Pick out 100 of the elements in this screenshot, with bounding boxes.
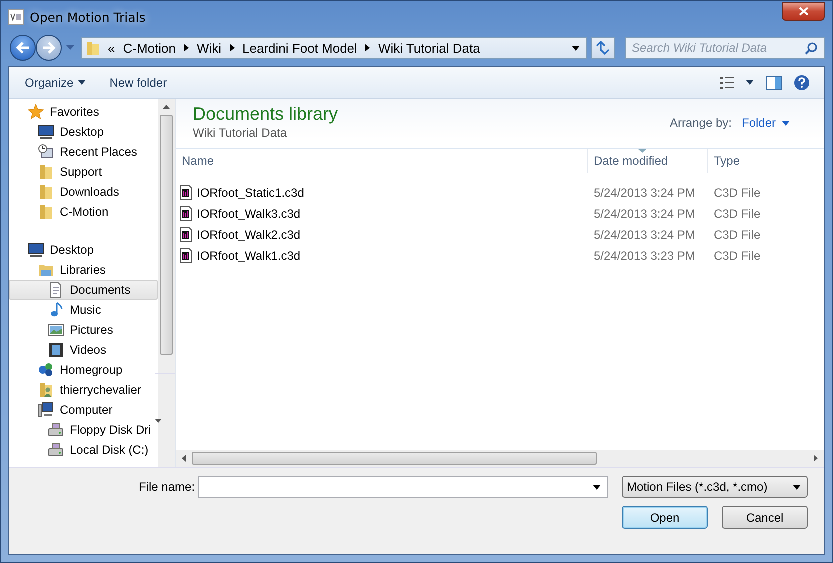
scrollbar-thumb[interactable] — [160, 115, 173, 355]
date-cell-text: 5/24/2013 3:24 PM — [593, 186, 696, 200]
music-icon — [48, 302, 64, 318]
sidebar-item[interactable]: Recent Places — [9, 142, 158, 162]
sidebar-item[interactable]: Downloads — [9, 182, 158, 202]
forward-button[interactable] — [36, 35, 62, 61]
sidebar-item[interactable]: Floppy Disk Dri — [9, 420, 158, 440]
sidebar-item[interactable]: Music — [9, 300, 158, 320]
sidebar-scrollbar[interactable] — [158, 99, 175, 467]
scroll-right-icon[interactable] — [814, 455, 818, 462]
column-header[interactable]: Name — [176, 149, 588, 173]
file-name-label: File name: — [139, 480, 196, 494]
date-cell-text: 5/24/2013 3:24 PM — [593, 228, 696, 242]
scrollbar-thumb[interactable] — [192, 452, 597, 465]
date-cell-text: 5/24/2013 3:24 PM — [593, 206, 696, 220]
file-name[interactable]: IORfoot_Static1.c3d — [197, 186, 304, 200]
drive-icon — [48, 422, 64, 438]
file-type-dropdown[interactable]: Motion Files (*.c3d, *.cmo) — [622, 476, 808, 498]
sidebar-item[interactable]: Computer — [9, 400, 158, 420]
refresh-icon — [595, 41, 611, 55]
file-icon — [180, 248, 192, 263]
caret-icon — [782, 120, 790, 126]
forward-arrow-icon — [42, 42, 56, 54]
breadcrumb[interactable]: Leardini Foot Model — [242, 40, 358, 56]
scroll-up-icon[interactable] — [163, 105, 170, 109]
sidebar-item[interactable]: Support — [9, 162, 158, 182]
close-button[interactable] — [782, 2, 825, 20]
drive-icon — [48, 442, 64, 458]
sort-indicator-icon — [638, 149, 647, 153]
close-icon — [798, 6, 808, 16]
chevron-icon[interactable] — [365, 44, 370, 52]
back-arrow-icon — [16, 42, 30, 54]
date-cell-text: 5/24/2013 3:23 PM — [593, 248, 696, 262]
folder-icon — [86, 40, 100, 56]
search-icon — [805, 42, 818, 55]
arrange-by-label: Arrange by: — [670, 116, 732, 130]
folder-icon — [38, 184, 54, 200]
sidebar-item[interactable]: Local Disk (C:) — [9, 440, 158, 460]
help-icon[interactable] — [794, 74, 810, 90]
caret-icon — [78, 80, 86, 85]
dropdown-arrow-icon[interactable] — [572, 46, 580, 50]
type-cell-text: C3D File — [713, 228, 762, 242]
breadcrumb[interactable]: Wiki — [196, 40, 222, 56]
new-folder-button[interactable]: New folder — [104, 72, 174, 92]
app-icon — [8, 9, 24, 25]
folder-icon — [38, 204, 54, 220]
sidebar-item[interactable]: Pictures — [9, 320, 158, 340]
back-button[interactable] — [10, 35, 36, 61]
file-name[interactable]: IORfoot_Walk2.c3d — [197, 228, 301, 242]
computer-icon — [38, 402, 54, 418]
star-icon — [28, 104, 44, 120]
document-icon — [48, 282, 64, 298]
overflow-chevron[interactable]: « — [108, 40, 116, 56]
sidebar-item[interactable]: thierrychevalier — [9, 380, 158, 400]
file-icon — [180, 206, 192, 221]
sidebar-item[interactable]: C-Motion — [9, 202, 158, 222]
caret-icon — [793, 484, 801, 490]
user-icon — [38, 382, 54, 398]
file-icon — [180, 227, 192, 242]
sidebar-item[interactable]: Desktop — [9, 122, 158, 142]
folder-icon — [38, 164, 54, 180]
open-button[interactable]: Open — [622, 506, 708, 529]
type-cell-text: C3D File — [713, 206, 762, 220]
window-title: Open Motion Trials — [30, 10, 147, 24]
scroll-left-icon[interactable] — [182, 455, 186, 462]
breadcrumb[interactable]: C-Motion — [123, 40, 176, 56]
library-title: Documents library — [193, 104, 338, 125]
monitor-icon — [28, 242, 44, 258]
chevron-icon[interactable] — [230, 44, 235, 52]
file-name[interactable]: IORfoot_Walk3.c3d — [197, 206, 301, 220]
sidebar-item[interactable]: Documents — [9, 280, 158, 300]
address-bar[interactable]: « C-Motion Wiki Leardini Foot Model Wiki Tutorial Data — [81, 37, 587, 59]
library-subtitle: Wiki Tutorial Data — [193, 126, 288, 140]
type-cell-text: C3D File — [713, 248, 762, 262]
organize-menu-button[interactable]: Organize — [19, 72, 92, 92]
file-name-field[interactable] — [198, 476, 608, 498]
column-header[interactable]: Type — [708, 149, 808, 173]
view-list-icon[interactable] — [720, 76, 734, 88]
refresh-button[interactable] — [591, 37, 615, 59]
breadcrumb[interactable]: Wiki Tutorial Data — [378, 40, 480, 56]
sidebar-item[interactable]: Libraries — [9, 260, 158, 280]
sidebar-item[interactable]: Homegroup — [9, 360, 158, 380]
sidebar-item[interactable]: Videos — [9, 340, 158, 360]
pictures-icon — [48, 322, 64, 338]
arrange-by-dropdown[interactable]: Folder — [742, 116, 790, 130]
cancel-button[interactable]: Cancel — [722, 506, 808, 529]
chevron-icon[interactable] — [184, 44, 189, 52]
column-header[interactable]: Date modified — [588, 149, 708, 173]
type-cell-text: C3D File — [713, 186, 762, 200]
horizontal-scrollbar[interactable] — [176, 450, 824, 467]
search-field[interactable]: Search Wiki Tutorial Data — [625, 37, 825, 59]
file-icon — [180, 185, 192, 200]
preview-pane-icon[interactable] — [766, 76, 782, 90]
sidebar-item[interactable]: Favorites — [9, 102, 158, 122]
sidebar-item[interactable]: Desktop — [9, 240, 158, 260]
view-dropdown-icon[interactable] — [746, 80, 754, 85]
dropdown-arrow-icon[interactable] — [593, 484, 601, 490]
file-name[interactable]: IORfoot_Walk1.c3d — [197, 248, 301, 262]
library-icon — [38, 262, 54, 278]
monitor-icon — [38, 124, 54, 140]
